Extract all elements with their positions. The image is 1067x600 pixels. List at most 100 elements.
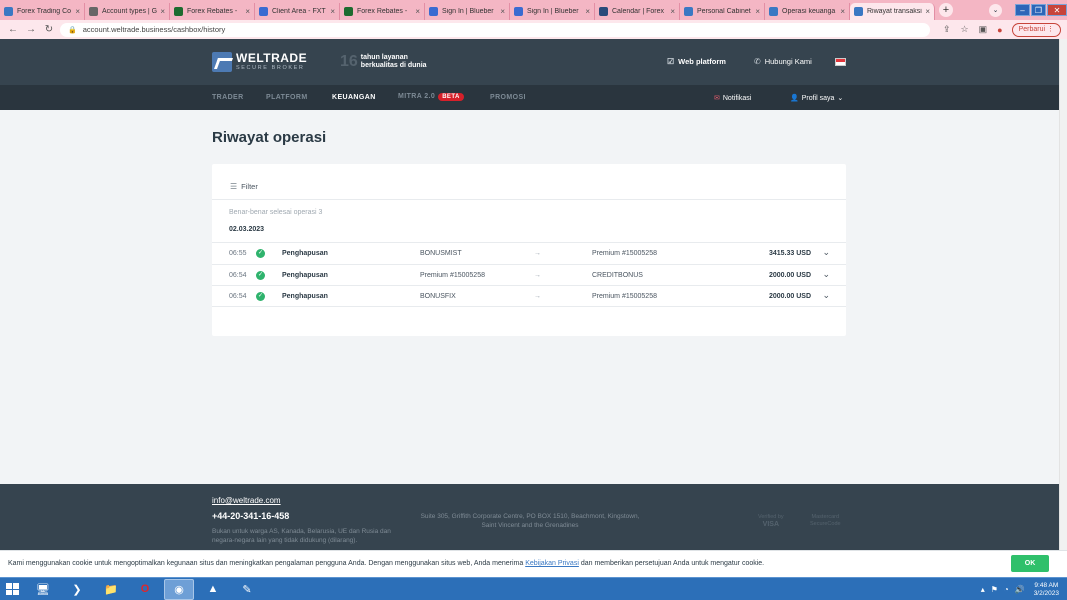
tab-close-icon[interactable]: ×	[585, 7, 590, 16]
cookie-text-before: Kami menggunakan cookie untuk mengoptima…	[8, 560, 526, 567]
profile-menu[interactable]: 👤 Profil saya ⌄	[790, 94, 843, 103]
browser-tab[interactable]: Operasi keuanga ×	[765, 2, 850, 20]
tab-favicon-icon	[429, 6, 438, 16]
brand-name: WELTRADE	[236, 51, 308, 65]
nav-trader[interactable]: TRADER	[212, 94, 244, 101]
share-icon[interactable]: ⇪	[943, 24, 951, 35]
footer-email-link[interactable]: info@weltrade.com	[212, 496, 281, 505]
tab-favicon-icon	[174, 6, 183, 16]
tab-close-icon[interactable]: ×	[160, 7, 165, 16]
filter-icon: ☰	[230, 182, 238, 191]
maximize-button[interactable]: ❐	[1031, 4, 1046, 16]
tab-favicon-icon	[344, 6, 353, 16]
browser-tab[interactable]: Calendar | Forex ×	[595, 2, 680, 20]
tray-network-icon[interactable]: ⚑	[991, 585, 998, 594]
operation-row[interactable]: 06:54 ✓ Penghapusan BONUSFIX → Premium #15005…	[212, 285, 846, 307]
footer-phone[interactable]: +44-20-341-16-458	[212, 511, 289, 521]
bookmark-star-icon[interactable]: ☆	[961, 24, 969, 35]
taskbar-file-explorer-icon[interactable]: 📁	[96, 579, 126, 600]
tab-close-icon[interactable]: ×	[840, 7, 845, 16]
tab-close-icon[interactable]: ×	[330, 7, 335, 16]
nav-mitra[interactable]: MITRA 2.0 BETA	[398, 93, 464, 101]
close-window-button[interactable]: ✕	[1047, 4, 1067, 16]
language-flag-icon[interactable]	[835, 58, 846, 66]
op-time: 06:54	[229, 293, 247, 300]
tray-wifi-icon[interactable]: ◔	[1004, 585, 1009, 594]
back-icon[interactable]: ←	[6, 24, 20, 35]
tab-close-icon[interactable]: ×	[415, 7, 420, 16]
profile-avatar-icon[interactable]: ●	[997, 25, 1002, 35]
op-type: Penghapusan	[282, 250, 328, 257]
url-field[interactable]: 🔒 account.weltrade.business/cashbox/hist…	[60, 22, 930, 37]
beta-badge: BETA	[438, 93, 464, 101]
sidebar-icon[interactable]: ▣	[979, 24, 988, 35]
cookie-ok-button[interactable]: OK	[1011, 555, 1049, 572]
browser-tab[interactable]: Sign In | Blueber ×	[425, 2, 510, 20]
privacy-policy-link[interactable]: Kebijakan Privasi	[525, 560, 579, 567]
tab-label: Calendar | Forex	[612, 7, 665, 15]
web-platform-link[interactable]: ☑ Web platform	[667, 57, 726, 66]
tab-favicon-icon	[854, 6, 863, 16]
taskbar-paint-icon[interactable]: ✎	[232, 579, 262, 600]
browser-tab[interactable]: Personal Cabinet ×	[680, 2, 765, 20]
expand-chevron-icon[interactable]: ⌄	[822, 290, 830, 301]
notifications-link[interactable]: ✉ Notifikasi	[714, 94, 751, 103]
filter-button[interactable]: ☰ Filter	[230, 182, 258, 191]
browser-tab-strip: Forex Trading Co × Account types | G × Forex…	[0, 0, 1067, 20]
tab-label: Forex Rebates -	[357, 7, 408, 15]
browser-tab[interactable]: Forex Trading Co ×	[0, 2, 85, 20]
weltrade-logo[interactable]: WELTRADE SECURE BROKER	[212, 52, 307, 72]
taskbar-weltrade-icon[interactable]: ▲	[198, 579, 228, 600]
expand-chevron-icon[interactable]: ⌄	[822, 269, 830, 280]
browser-tab[interactable]: Account types | G ×	[85, 2, 170, 20]
new-tab-button[interactable]: +	[939, 3, 953, 17]
taskbar-chrome-icon[interactable]: ◉	[164, 578, 194, 600]
tab-favicon-icon	[259, 6, 268, 16]
tab-close-icon[interactable]: ×	[245, 7, 250, 16]
taskbar-app-1-icon[interactable]: 🖥	[28, 579, 58, 600]
op-time: 06:54	[229, 272, 247, 279]
tab-close-icon[interactable]: ×	[670, 7, 675, 16]
operation-row[interactable]: 06:54 ✓ Penghapusan Premium #15005258 → CREDI…	[212, 264, 846, 286]
browser-tab[interactable]: Forex Rebates - ×	[170, 2, 255, 20]
tray-expand-icon[interactable]: ▴	[981, 585, 985, 594]
update-button[interactable]: Perbarui ⋮	[1011, 22, 1061, 37]
tab-close-icon[interactable]: ×	[755, 7, 760, 16]
op-amount: 2000.00 USD	[768, 272, 811, 279]
page-scrollbar[interactable]	[1059, 39, 1067, 577]
tab-close-icon[interactable]: ×	[500, 7, 505, 16]
operation-row[interactable]: 06:55 ✓ Penghapusan BONUSMIST → Premium #1500…	[212, 242, 846, 264]
forward-icon[interactable]: →	[24, 24, 38, 35]
browser-tab[interactable]: Client Area - FXT ×	[255, 2, 340, 20]
nav-keuangan[interactable]: KEUANGAN	[332, 94, 376, 101]
taskbar-powershell-icon[interactable]: ❯	[62, 579, 92, 600]
taskbar-clock[interactable]: 9:48 AM 3/2/2023	[1034, 582, 1059, 598]
tab-search-icon[interactable]: ⌄	[989, 3, 1002, 17]
browser-tab[interactable]: Riwayat transaksi ×	[850, 2, 935, 20]
op-type: Penghapusan	[282, 272, 328, 279]
profile-label: Profil saya	[801, 94, 835, 102]
success-check-icon: ✓	[256, 271, 265, 280]
success-check-icon: ✓	[256, 292, 265, 301]
tab-favicon-icon	[514, 6, 523, 16]
expand-chevron-icon[interactable]: ⌄	[822, 247, 830, 258]
minimize-button[interactable]: –	[1015, 4, 1030, 16]
tab-label: Personal Cabinet	[697, 7, 751, 15]
reload-icon[interactable]: ↻	[42, 24, 56, 35]
taskbar-opera-icon[interactable]: O	[130, 579, 160, 600]
footer-restriction-note: Bukan untuk warga AS, Kanada, Belarusia,…	[212, 528, 391, 544]
nav-promosi[interactable]: PROMOSI	[490, 94, 526, 101]
tab-favicon-icon	[4, 6, 13, 16]
tab-close-icon[interactable]: ×	[75, 7, 80, 16]
windows-logo-icon	[5, 583, 19, 595]
start-button[interactable]	[0, 578, 24, 600]
lock-icon[interactable]: 🔒	[68, 26, 77, 34]
tray-volume-icon[interactable]: 🔊	[1015, 585, 1025, 594]
browser-tab[interactable]: Forex Rebates - ×	[340, 2, 425, 20]
logo-mark-icon	[212, 52, 232, 72]
tab-close-icon[interactable]: ×	[925, 7, 930, 16]
contact-link[interactable]: ✆ Hubungi Kami	[754, 57, 812, 66]
tab-label: Sign In | Blueber	[442, 7, 494, 15]
nav-platform[interactable]: PLATFORM	[266, 94, 308, 101]
browser-tab[interactable]: Sign In | Blueber ×	[510, 2, 595, 20]
